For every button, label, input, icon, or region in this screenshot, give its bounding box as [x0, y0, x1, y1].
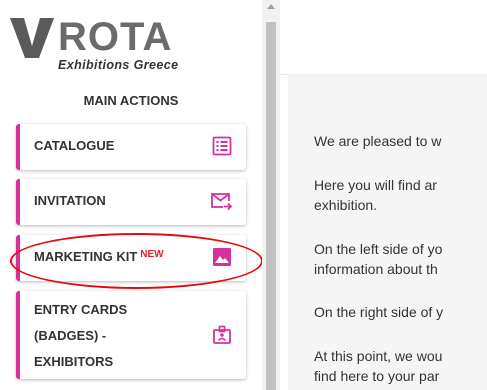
closing-paragraph-line-1: At this point, we wou: [314, 348, 443, 364]
rota-logo-mark-icon: [10, 18, 54, 58]
sidebar-item-label: CATALOGUE: [34, 138, 115, 153]
sidebar-scrollbar[interactable]: [262, 0, 280, 390]
catalogue-list-icon: [212, 136, 232, 156]
sidebar-item-label-line-1: ENTRY CARDS: [34, 302, 128, 317]
intro-paragraph-line-1: Here you will find ar: [314, 177, 437, 193]
mail-send-icon: [211, 193, 232, 211]
main-header: [280, 0, 487, 75]
closing-paragraph-line-2: find here to your par: [314, 368, 440, 384]
highlight-annotation-circle: [10, 233, 263, 289]
welcome-paragraph: We are pleased to w: [314, 133, 442, 149]
sidebar-item-catalogue[interactable]: CATALOGUE: [16, 124, 246, 170]
intro-paragraph-line-2: exhibition.: [314, 197, 378, 213]
logo-wordmark: ROTA: [58, 15, 173, 59]
scroll-up-arrow-icon[interactable]: [267, 4, 275, 9]
badge-icon: [213, 325, 231, 344]
sidebar-item-invitation[interactable]: INVITATION: [16, 179, 246, 225]
main-content: We are pleased to w Here you will find a…: [280, 0, 487, 390]
scrollbar-thumb[interactable]: [266, 22, 276, 390]
main-body: We are pleased to w Here you will find a…: [288, 74, 487, 390]
sidebar-item-entry-cards[interactable]: ENTRY CARDS (BADGES) - EXHIBITORS: [16, 291, 246, 379]
main-actions-heading: MAIN ACTIONS: [83, 93, 179, 108]
sidebar: ROTA Exhibitions Greece MAIN ACTIONS CAT…: [0, 0, 263, 390]
left-side-paragraph-line-1: On the left side of yo: [314, 241, 443, 257]
sidebar-item-label-line-2: (BADGES) -: [34, 328, 107, 343]
sidebar-item-label: INVITATION: [34, 193, 106, 208]
right-side-paragraph: On the right side of y: [314, 304, 444, 320]
left-side-paragraph-line-2: information about th: [314, 261, 438, 277]
rota-logo[interactable]: ROTA Exhibitions Greece: [10, 14, 200, 72]
logo-subtitle: Exhibitions Greece: [58, 58, 179, 72]
sidebar-item-label-line-3: EXHIBITORS: [34, 354, 114, 369]
